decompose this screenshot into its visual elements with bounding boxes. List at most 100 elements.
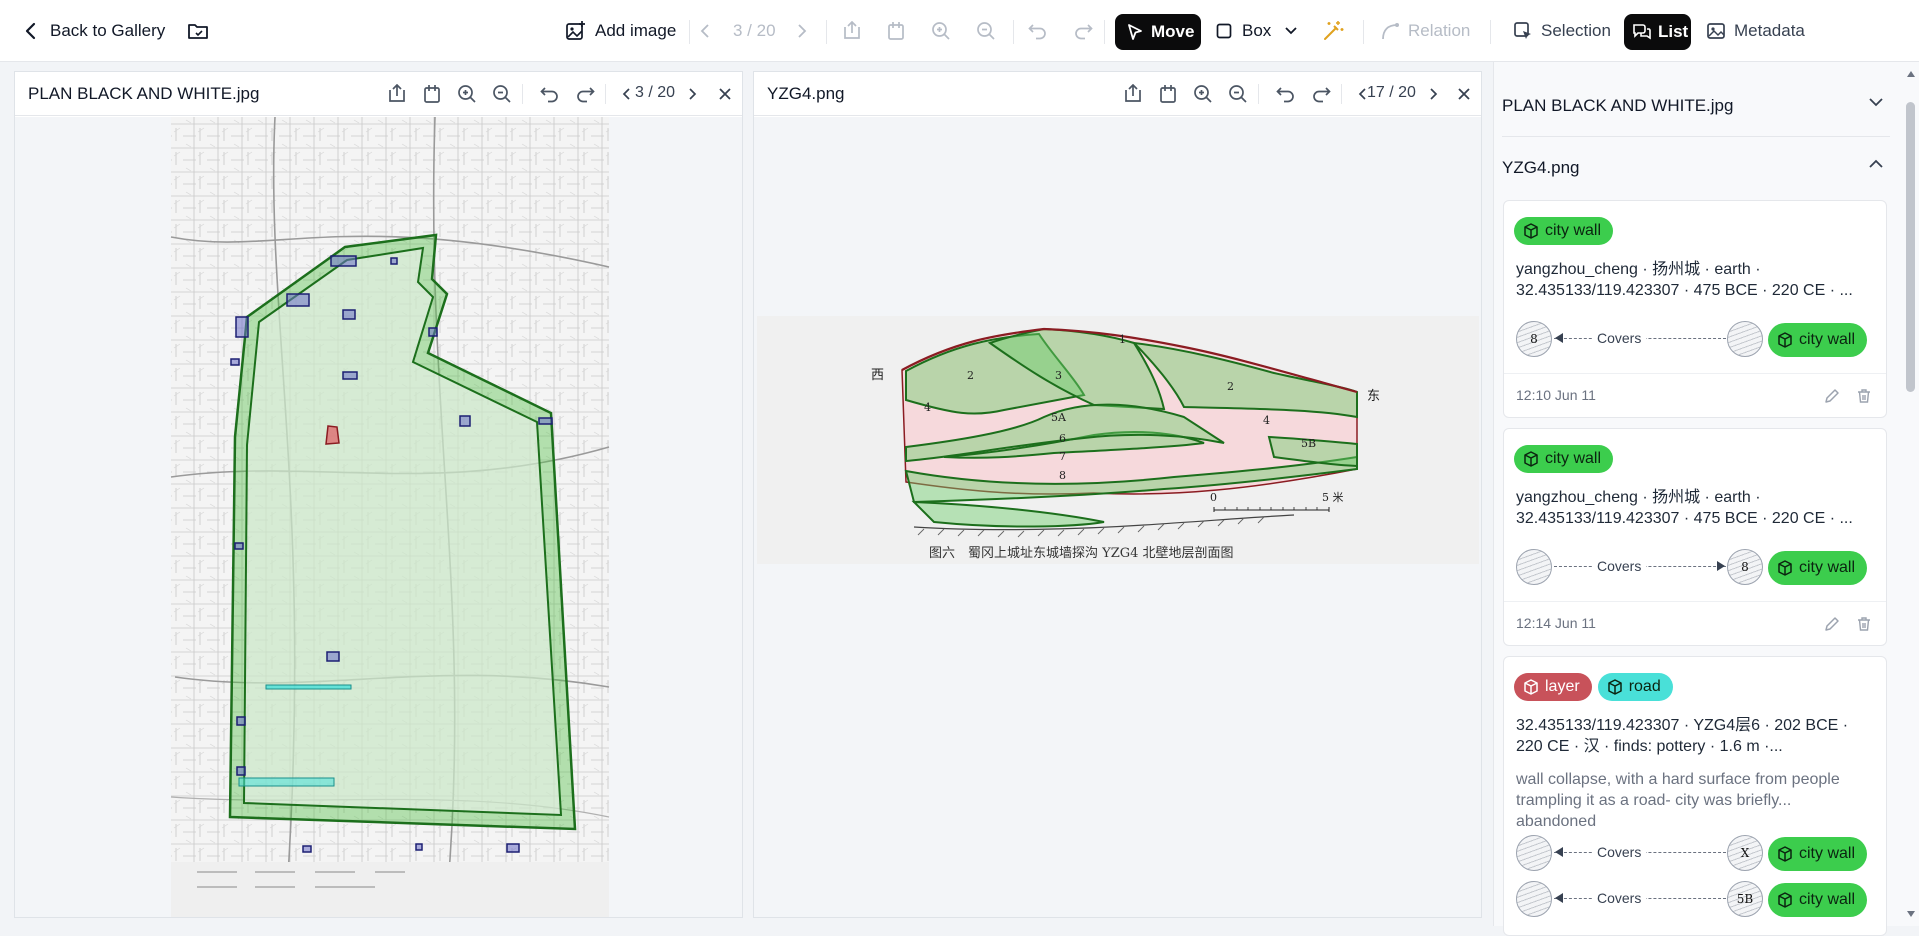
annotation-card[interactable]: layer road 32.435133/119.423307 · YZG4层6… — [1503, 656, 1887, 936]
trash-icon[interactable] — [1856, 388, 1872, 404]
section-yzg4[interactable]: YZG4.png — [1502, 146, 1890, 190]
arrow-left-icon — [1554, 332, 1564, 344]
tag-city-wall[interactable]: city wall — [1514, 217, 1614, 245]
import-button[interactable] — [886, 0, 906, 62]
zoom-in-icon[interactable] — [1192, 83, 1214, 105]
export-icon — [842, 21, 862, 41]
layer-label: 8 — [1059, 469, 1066, 482]
folder-button[interactable] — [187, 0, 209, 62]
chevron-right-icon[interactable] — [682, 83, 704, 105]
scrollbar-thumb[interactable] — [1906, 102, 1915, 392]
scale-zero: 0 — [1210, 491, 1217, 504]
move-label: Move — [1151, 22, 1195, 41]
export-icon[interactable] — [386, 83, 408, 105]
trash-icon[interactable] — [1856, 616, 1872, 632]
relation-tool-button[interactable]: Relation — [1380, 0, 1470, 62]
redo-icon[interactable] — [574, 83, 596, 105]
relation-target-tag[interactable]: city wall — [1768, 323, 1868, 357]
tag-label: road — [1628, 678, 1661, 695]
relation-row[interactable]: Covers 8 city wall — [1516, 549, 1874, 585]
tag-city-wall[interactable]: city wall — [1514, 445, 1614, 473]
list-view-button[interactable]: List — [1624, 14, 1691, 50]
undo-icon[interactable] — [1275, 83, 1297, 105]
annotation-sidebar: PLAN BLACK AND WHITE.jpg YZG4.png city w… — [1493, 62, 1902, 936]
card-footer: 12:14 Jun 11 — [1504, 601, 1886, 645]
annotation-card[interactable]: city wall yangzhou_cheng · 扬州城 · earth ·… — [1503, 200, 1887, 418]
list-label: List — [1658, 22, 1689, 41]
tag-label: city wall — [1545, 450, 1602, 467]
prev-image-button[interactable] — [700, 0, 710, 62]
move-tool-button[interactable]: Move — [1115, 14, 1201, 50]
undo-button[interactable] — [1028, 0, 1048, 62]
selection-button[interactable]: Selection — [1513, 0, 1611, 62]
relation-row[interactable]: Covers 5B city wall — [1516, 881, 1874, 917]
export-icon[interactable] — [1122, 83, 1144, 105]
list-icon — [1632, 23, 1652, 41]
layer-label: 5A — [1051, 411, 1067, 424]
redo-button[interactable] — [1073, 0, 1093, 62]
chevron-right-icon[interactable] — [1423, 83, 1445, 105]
tag-road[interactable]: road — [1597, 673, 1673, 701]
box-dropdown-button[interactable] — [1284, 0, 1298, 62]
image-canvas[interactable]: 西 东 1 2 2 3 4 4 5A 5B 6 7 8 0 5 米 图六 蜀冈上… — [754, 117, 1481, 917]
image-canvas[interactable] — [15, 117, 742, 917]
tag-label: city wall — [1799, 559, 1856, 576]
edit-icon[interactable] — [1824, 388, 1840, 404]
relation-target-tag[interactable]: city wall — [1768, 551, 1868, 585]
zoom-out-icon — [976, 21, 996, 41]
relation-target-tag[interactable]: city wall — [1768, 837, 1868, 871]
card-metadata-text: 32.435133/119.423307 · YZG4层6 · 202 BCE … — [1516, 717, 1849, 755]
relation-row[interactable]: Covers X city wall — [1516, 835, 1874, 871]
chevron-down-icon — [1284, 26, 1298, 36]
sidebar-scrollbar[interactable] — [1902, 62, 1919, 926]
box-label: Box — [1242, 21, 1272, 40]
relation-thumbnail: 5B — [1727, 881, 1763, 917]
zoom-in-icon[interactable] — [456, 83, 478, 105]
tag-label: city wall — [1799, 331, 1856, 348]
redo-icon[interactable] — [1310, 83, 1332, 105]
arrow-left-icon — [1554, 846, 1564, 858]
zoom-in-button[interactable] — [931, 0, 951, 62]
panel-header: YZG4.png 17 / 20 — [754, 72, 1481, 116]
close-icon[interactable] — [1453, 83, 1475, 105]
box-tool-button[interactable]: Box — [1216, 0, 1271, 62]
relation-thumbnail — [1516, 549, 1552, 585]
metadata-button[interactable]: Metadata — [1706, 0, 1805, 62]
section-title: YZG4.png — [1502, 158, 1580, 177]
zoom-out-icon[interactable] — [491, 83, 513, 105]
back-to-gallery-label: Back to Gallery — [50, 21, 166, 40]
section-plan-black-and-white[interactable]: PLAN BLACK AND WHITE.jpg — [1502, 84, 1890, 128]
card-metadata-text: yangzhou_cheng · 扬州城 · earth · 32.435133… — [1516, 261, 1853, 299]
import-icon[interactable] — [1157, 83, 1179, 105]
cube-icon — [1777, 332, 1793, 348]
relation-target-tag[interactable]: city wall — [1768, 883, 1868, 917]
tag-layer[interactable]: layer — [1514, 673, 1592, 701]
close-icon[interactable] — [714, 83, 736, 105]
back-to-gallery-button[interactable]: Back to Gallery — [24, 0, 165, 62]
scale-five: 5 米 — [1322, 491, 1344, 504]
cube-icon — [1523, 679, 1539, 695]
tag-label: city wall — [1799, 845, 1856, 862]
zoom-out-icon[interactable] — [1227, 83, 1249, 105]
next-image-button[interactable] — [797, 0, 807, 62]
chevron-left-icon[interactable] — [615, 83, 637, 105]
relation-label: Covers — [1592, 890, 1647, 906]
chevron-left-icon — [24, 22, 38, 40]
magic-wand-button[interactable] — [1322, 0, 1344, 62]
panel-counter: 3 / 20 — [635, 84, 676, 101]
zoom-out-button[interactable] — [976, 0, 996, 62]
folder-icon — [187, 21, 209, 41]
image-panel-left: PLAN BLACK AND WHITE.jpg 3 / 20 — [14, 71, 743, 918]
relation-row[interactable]: 8 Covers city wall — [1516, 321, 1874, 357]
scroll-down-icon[interactable] — [1906, 910, 1916, 918]
top-toolbar: Back to Gallery Add image 3 / 20 Move Bo… — [0, 0, 1919, 62]
export-button[interactable] — [842, 0, 862, 62]
undo-icon[interactable] — [539, 83, 561, 105]
figure-caption: 图六 蜀冈上城址东城墙探沟 YZG4 北壁地层剖面图 — [929, 546, 1234, 561]
add-image-button[interactable]: Add image — [565, 0, 676, 62]
scroll-up-icon[interactable] — [1906, 70, 1916, 78]
import-icon[interactable] — [421, 83, 443, 105]
annotation-card[interactable]: city wall yangzhou_cheng · 扬州城 · earth ·… — [1503, 428, 1887, 646]
image-counter: 3 / 20 — [733, 21, 776, 40]
edit-icon[interactable] — [1824, 616, 1840, 632]
